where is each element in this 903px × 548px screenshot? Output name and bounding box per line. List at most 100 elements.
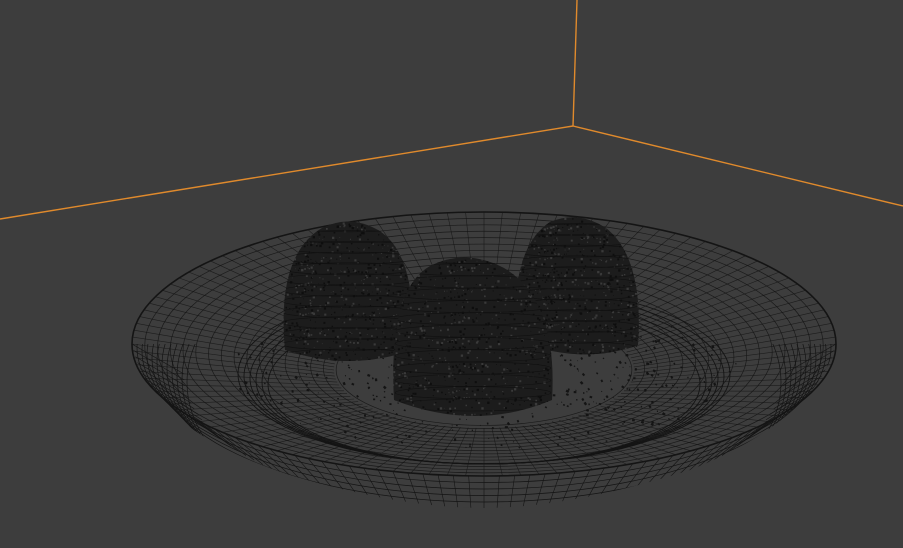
dome-right-speck [593, 250, 595, 252]
dome-front-speck [458, 251, 460, 253]
dome-left-speck [323, 282, 326, 285]
dome-right-speck [580, 226, 582, 228]
dome-left-speck [321, 257, 323, 259]
dome-left-speck [406, 288, 409, 290]
dome-left-speck [381, 243, 384, 246]
dome-right-speck [624, 334, 627, 337]
dome-left-speck [341, 307, 342, 309]
dome-right-speck [550, 272, 552, 274]
dome-left-speck [292, 367, 293, 368]
dome-front-speck [524, 306, 526, 307]
dome-left-speck [352, 269, 355, 272]
crumb [603, 398, 606, 401]
dome-right-speck [577, 229, 579, 231]
dome-left-speck [392, 237, 394, 238]
dome-front-speck [400, 398, 402, 400]
viewport-canvas[interactable] [0, 0, 903, 548]
dome-right-speck [517, 214, 519, 216]
dome-right-speck [609, 209, 610, 210]
dome-right-speck [598, 339, 601, 342]
dome-left-speck [310, 258, 312, 260]
dome-front-speck [458, 338, 460, 340]
dome-front-speck [549, 404, 551, 406]
dome-left-speck [311, 276, 313, 278]
dome-left-speck [325, 222, 328, 224]
dome-left-speck [354, 353, 356, 355]
dome-left-speck [315, 260, 317, 262]
dome-front-speck [453, 277, 456, 280]
dome-front-speck [532, 345, 534, 347]
crumb [609, 406, 611, 408]
dome-right-speck [637, 234, 639, 235]
dome-left-speck [347, 269, 349, 271]
dome-front-speck [456, 292, 458, 294]
crumb [564, 359, 567, 362]
dome-front-speck [491, 416, 492, 417]
dome-front-speck [484, 301, 487, 304]
dome-front-speck [528, 324, 531, 326]
dome-right-speck [558, 324, 560, 326]
dome-front-speck [457, 380, 459, 383]
dome-front-speck [424, 377, 426, 380]
dome-front-speck [525, 353, 527, 355]
dome-right-speck [528, 287, 530, 289]
crumb [575, 389, 577, 391]
dome-right-speck [619, 240, 622, 243]
dome-front-speck [432, 395, 434, 397]
dome-right-speck [540, 247, 543, 250]
dome-right-speck [562, 326, 564, 328]
dome-left-speck [383, 332, 385, 334]
dome-front-speck [497, 280, 500, 283]
dome-front-speck [546, 400, 549, 403]
dome-front-speck [421, 250, 423, 252]
dome-left-speck [329, 267, 333, 270]
dome-left-speck [290, 338, 293, 340]
dome-front-speck [547, 358, 549, 360]
dome-right-speck [636, 357, 638, 359]
dome-right-speck [635, 221, 638, 225]
dome-left-speck [347, 288, 350, 291]
dome-right-speck [631, 213, 633, 215]
dome-front-speck [530, 350, 531, 351]
dome-front-speck [458, 346, 461, 349]
dome-front-speck [437, 415, 440, 416]
dome-left-speck [366, 276, 368, 279]
dome-right-speck [522, 266, 524, 268]
dome-left-speck [362, 232, 365, 235]
dome-front-speck [445, 393, 447, 395]
dome-left-speck [368, 271, 369, 273]
dome-front-speck [405, 413, 407, 415]
dome-front-speck [552, 408, 553, 410]
dome-left-speck [335, 341, 338, 344]
dome-right-speck [610, 290, 613, 293]
dome-right-speck [553, 239, 555, 241]
dome-right-speck [548, 326, 551, 329]
dome-left-speck [377, 356, 380, 359]
dome-front-speck [401, 321, 403, 324]
dome-left-speck [332, 236, 335, 240]
dome-right-speck [599, 238, 601, 240]
dome-left-speck [302, 352, 304, 354]
dome-left-speck [333, 311, 336, 314]
dome-front-speck [481, 259, 483, 261]
dome-front-speck [448, 347, 450, 349]
dome-front-speck [475, 399, 478, 402]
dome-front-speck [464, 316, 467, 318]
dome-left-speck [385, 255, 387, 256]
dome-left-speck [297, 217, 299, 219]
dome-left-speck [290, 234, 293, 237]
dome-front-speck [458, 321, 461, 324]
3d-viewport[interactable] [0, 0, 903, 548]
dome-right-speck [587, 333, 589, 336]
dome-front-speck [459, 330, 462, 333]
dome-right-speck [565, 271, 569, 274]
dome-right-speck [563, 326, 566, 329]
dome-left-speck [282, 284, 283, 285]
dome-right-speck [637, 269, 639, 271]
dome-right-speck [601, 250, 604, 253]
dome-front-speck [409, 342, 411, 344]
crumb [317, 392, 319, 394]
crumb [373, 398, 376, 401]
dome-right-speck [617, 348, 620, 350]
dome-front-speck [465, 382, 467, 385]
